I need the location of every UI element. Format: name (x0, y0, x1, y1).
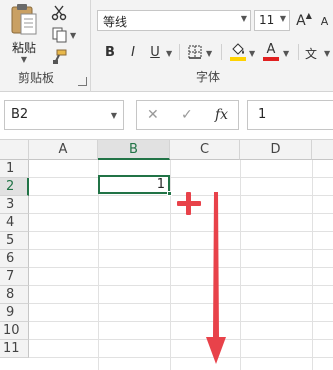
name-box[interactable]: B2 ▼ (4, 100, 124, 130)
divider (221, 44, 222, 60)
column-header-c[interactable]: C (170, 140, 240, 160)
font-color-swatch (263, 57, 279, 61)
cut-button[interactable] (50, 4, 68, 22)
fill-color-button[interactable] (228, 42, 248, 62)
drag-down-arrow-icon (206, 192, 226, 364)
active-cell-b2[interactable]: 1 (98, 175, 170, 194)
font-size-value: 11 (259, 13, 275, 27)
italic-button[interactable]: I (124, 42, 142, 62)
formula-input[interactable]: 1 (247, 100, 333, 130)
underline-icon: U (150, 44, 160, 60)
name-box-value: B2 (11, 107, 29, 122)
phonetic-icon: 文 (305, 46, 317, 60)
row-header-2[interactable]: 2 (0, 178, 29, 196)
row-header-9[interactable]: 9 (0, 304, 29, 322)
font-color-button[interactable]: A (262, 42, 280, 62)
gridline (29, 321, 333, 322)
gridline (29, 249, 333, 250)
decrease-font-size-button[interactable]: A (316, 11, 333, 31)
column-header-e[interactable] (312, 140, 333, 160)
cancel-icon[interactable]: ✕ (147, 107, 159, 123)
row-header-10[interactable]: 10 (0, 322, 29, 340)
chevron-down-icon: ▼ (240, 14, 247, 23)
chevron-down-icon: ▼ (110, 111, 117, 120)
enter-icon[interactable]: ✓ (181, 107, 193, 123)
row-header-1[interactable]: 1 (0, 160, 29, 178)
select-all-corner[interactable] (0, 140, 29, 160)
gridline (29, 231, 333, 232)
shrink-font-icon: A (320, 14, 329, 28)
fill-crosshair-cursor-icon (177, 192, 201, 215)
insert-function-icon[interactable]: fx (215, 107, 228, 123)
copy-button[interactable] (50, 26, 68, 44)
row-header-11[interactable]: 11 (0, 340, 29, 358)
gridline (29, 303, 333, 304)
caret-up-icon: ▲ (305, 11, 312, 20)
grow-font-icon: A (296, 13, 306, 29)
gridline (29, 339, 333, 340)
divider (179, 44, 180, 60)
paste-label: 粘贴 (11, 41, 36, 55)
fill-handle[interactable] (167, 191, 172, 196)
font-size-select[interactable]: 11 ▼ (254, 10, 290, 31)
column-header-d[interactable]: D (240, 140, 312, 160)
bold-button[interactable]: B (101, 42, 119, 62)
gridline (29, 267, 333, 268)
divider (298, 44, 299, 60)
row-header-5[interactable]: 5 (0, 232, 29, 250)
row-header-4[interactable]: 4 (0, 214, 29, 232)
phonetic-dropdown-icon[interactable]: ▼ (324, 49, 330, 58)
formula-controls: ✕ ✓ fx (136, 100, 239, 130)
phonetic-guide-button[interactable]: 文 (304, 42, 322, 62)
font-name-value: 等线 (103, 15, 128, 29)
copy-icon (52, 27, 67, 43)
underline-dropdown-icon[interactable]: ▼ (166, 49, 172, 58)
ribbon: 粘贴 ▼ ▼ 剪贴板 等线 ▼ 11 ▼ A ▲ A B I U ▼ ▼ ▼ A… (0, 0, 333, 92)
borders-button[interactable] (186, 42, 204, 62)
svg-text:文: 文 (305, 46, 317, 60)
copy-dropdown-icon[interactable]: ▼ (70, 31, 76, 40)
paste-icon (11, 4, 37, 35)
italic-icon: I (131, 44, 135, 60)
borders-dropdown-icon[interactable]: ▼ (206, 49, 212, 58)
font-color-icon: A (266, 42, 276, 57)
column-header-a[interactable]: A (29, 140, 98, 160)
clipboard-group: 粘贴 ▼ ▼ 剪贴板 (0, 0, 91, 92)
fill-color-dropdown-icon[interactable]: ▼ (249, 49, 255, 58)
gridline (29, 177, 333, 178)
gridline (29, 285, 333, 286)
chevron-down-icon[interactable]: ▼ (21, 56, 27, 64)
gridline (29, 357, 333, 358)
formula-bar: B2 ▼ ✕ ✓ fx 1 (0, 92, 333, 140)
format-painter-button[interactable] (50, 48, 68, 66)
font-name-select[interactable]: 等线 ▼ (97, 10, 251, 31)
increase-font-size-button[interactable]: A ▲ (295, 11, 313, 31)
font-group-label: 字体 (196, 70, 221, 84)
bold-icon: B (105, 44, 115, 60)
chevron-down-icon: ▼ (279, 14, 286, 23)
column-header-b[interactable]: B (98, 140, 170, 160)
cut-icon (51, 5, 67, 21)
fill-color-swatch (230, 57, 246, 61)
clipboard-group-label: 剪贴板 (18, 71, 55, 85)
format-painter-icon (53, 49, 67, 64)
row-header-8[interactable]: 8 (0, 286, 29, 304)
border-icon (188, 45, 202, 59)
underline-button[interactable]: U (146, 42, 164, 62)
row-header-6[interactable]: 6 (0, 250, 29, 268)
font-color-dropdown-icon[interactable]: ▼ (283, 49, 289, 58)
row-header-3[interactable]: 3 (0, 196, 29, 214)
row-header-7[interactable]: 7 (0, 268, 29, 286)
paste-button[interactable]: 粘贴 ▼ (6, 3, 42, 65)
dialog-launcher-icon[interactable] (78, 77, 87, 86)
fill-bucket-icon (232, 43, 244, 55)
